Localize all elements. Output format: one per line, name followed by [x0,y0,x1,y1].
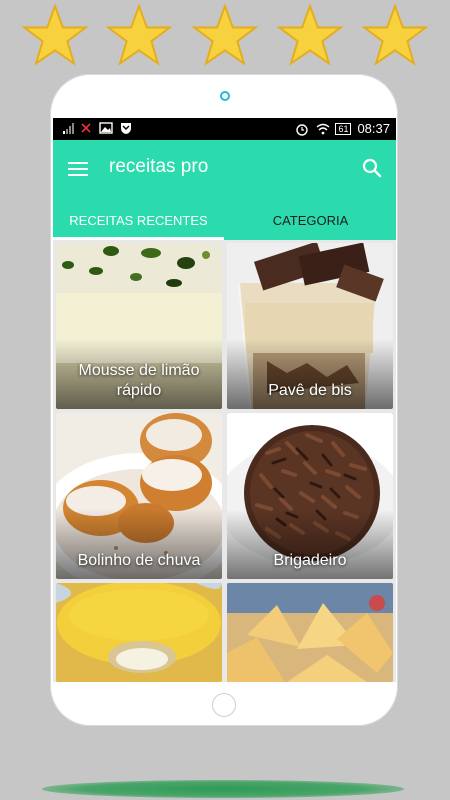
star-icon [104,4,174,66]
recipe-grid: Mousse de limão rápido Pavê de bis Bolin… [53,240,396,682]
rating-stars [0,4,450,68]
recipe-card[interactable] [227,583,393,682]
alarm-icon [295,122,309,136]
app-screen: 61 08:37 receitas pro RECEITAS RECENTES … [53,118,396,682]
recipe-name: Bolinho de chuva [77,552,201,569]
recipe-card[interactable]: Brigadeiro [227,413,393,579]
tab-recent-recipes[interactable]: RECEITAS RECENTES [53,206,224,240]
app-bar: receitas pro RECEITAS RECENTES CATEGORIA [53,140,396,240]
search-icon[interactable] [360,156,384,180]
tab-category[interactable]: CATEGORIA [225,206,396,240]
signal-icon [59,121,74,135]
star-icon [275,4,345,66]
image-icon [99,121,113,135]
star-icon [20,4,90,66]
home-button[interactable] [212,693,236,717]
recipe-name: Pavê de bis [268,382,352,399]
star-icon [190,4,260,66]
recipe-card[interactable]: Pavê de bis [227,243,393,409]
recipe-card[interactable]: Mousse de limão rápido [56,243,222,409]
app-title: receitas pro [109,156,209,177]
wifi-icon [315,122,330,136]
star-icon [360,4,430,66]
tab-recent-label: RECEITAS RECENTES [69,213,208,228]
status-right: 61 08:37 [295,121,390,136]
recipe-image [227,583,393,682]
shield-icon [119,121,133,135]
recipe-card[interactable]: Bolinho de chuva [56,413,222,579]
tab-category-label: CATEGORIA [272,213,349,228]
status-time: 08:37 [357,121,390,136]
recipe-card[interactable] [56,583,222,682]
recipe-name: Brigadeiro [273,552,347,569]
menu-icon[interactable] [68,160,90,178]
phone-shadow [42,780,404,798]
no-signal-icon [79,121,93,135]
recipe-name: Mousse de limão rápido [78,362,200,399]
status-left [59,121,133,135]
status-bar: 61 08:37 [53,118,396,140]
recipe-image [56,583,222,682]
battery-icon: 61 [335,122,352,135]
camera-dot [220,91,230,101]
